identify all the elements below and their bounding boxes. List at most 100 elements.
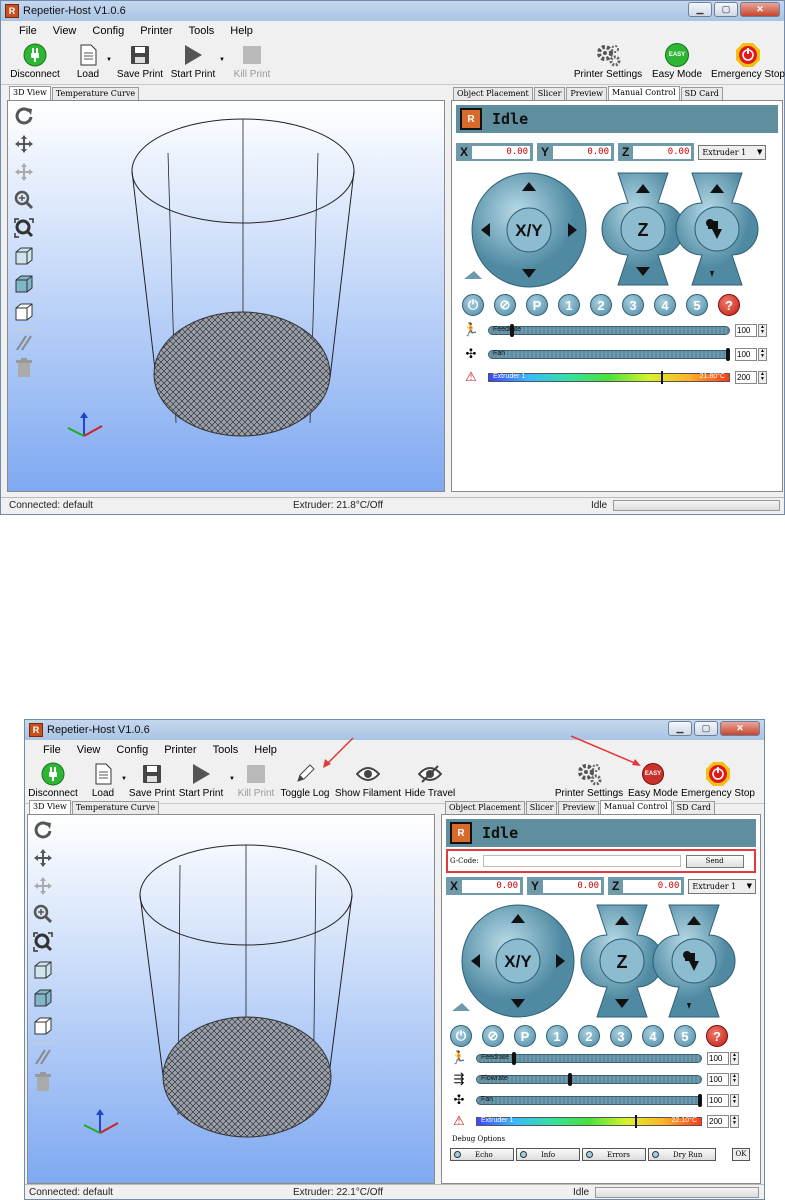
tab-preview[interactable]: Preview	[566, 87, 607, 100]
power-icon[interactable]: ⏻	[450, 1025, 472, 1047]
fan-spinner[interactable]: ▲ ▼	[730, 1093, 739, 1107]
feedrate-value[interactable]: 100	[707, 1051, 729, 1065]
macro-3-button[interactable]: 3	[622, 294, 644, 316]
3d-view[interactable]	[7, 100, 445, 492]
extruder-temp-marker[interactable]	[635, 1114, 638, 1128]
flowrate-slider[interactable]: Flowrate	[476, 1072, 702, 1086]
tab-object-placement[interactable]: Object Placement	[453, 87, 533, 100]
start-print-button[interactable]: Start Print ▼	[163, 41, 225, 80]
menu-help[interactable]: Help	[222, 25, 261, 37]
minimize-button[interactable]: ▁	[688, 2, 712, 17]
feedrate-slider[interactable]: Feedrate	[488, 323, 730, 337]
fan-knob[interactable]	[726, 347, 730, 361]
tab-3d-view[interactable]: 3D View	[29, 800, 71, 814]
feedrate-spinner[interactable]: ▲ ▼	[730, 1051, 739, 1065]
bottom-window: R Repetier-Host V1.0.6 ▁ ▢ ✕ File View C…	[24, 719, 765, 1200]
macro-buttons: ⏻ ⊘ P 1 2 3 4 5 ?	[462, 294, 740, 316]
macro-4-button[interactable]: 4	[654, 294, 676, 316]
help-button[interactable]: ?	[718, 294, 740, 316]
extruder-target-value[interactable]: 200	[735, 370, 757, 384]
feedrate-knob[interactable]	[510, 323, 514, 337]
coordinates-row: X 0.00 Y 0.00 Z 0.00 Extruder 1 ▼	[446, 877, 756, 895]
flowrate-knob[interactable]	[568, 1072, 573, 1086]
y-position: 0.00	[553, 145, 612, 159]
printer-settings-label: Printer Settings	[554, 788, 624, 799]
feedrate-slider[interactable]: Feedrate	[476, 1051, 702, 1065]
power-icon[interactable]: ⏻	[462, 294, 484, 316]
close-button[interactable]: ✕	[740, 2, 780, 17]
flowrate-spinner[interactable]: ▲ ▼	[730, 1072, 739, 1086]
tab-object-placement[interactable]: Object Placement	[445, 801, 525, 814]
extruder-temp-marker[interactable]	[661, 370, 664, 384]
tab-temperature-curve[interactable]: Temperature Curve	[71, 801, 160, 814]
menu-file[interactable]: File	[11, 25, 45, 37]
save-print-button[interactable]: Save Print	[110, 41, 170, 80]
macro-3-button[interactable]: 3	[610, 1025, 632, 1047]
tab-sd-card[interactable]: SD Card	[680, 87, 723, 100]
extruder-target-value[interactable]: 200	[707, 1114, 729, 1128]
debug-errors-button[interactable]: Errors	[582, 1148, 646, 1161]
extruder-status: Extruder: 22.1°C/Off	[293, 1187, 383, 1198]
tab-preview[interactable]: Preview	[558, 801, 599, 814]
fan-knob[interactable]	[698, 1093, 702, 1107]
fan-value[interactable]: 100	[735, 347, 757, 361]
gcode-input[interactable]	[482, 855, 681, 867]
menu-view[interactable]: View	[45, 25, 85, 37]
feedrate-spinner[interactable]: ▲ ▼	[758, 323, 767, 337]
left-tab-strip: 3D View Temperature Curve	[9, 86, 140, 100]
menu-tools[interactable]: Tools	[181, 25, 223, 37]
tab-slicer[interactable]: Slicer	[533, 87, 566, 100]
macro-4-button[interactable]: 4	[642, 1025, 664, 1047]
extruder-select[interactable]: Extruder 1 ▼	[698, 144, 767, 160]
disconnect-button[interactable]: Disconnect	[5, 41, 65, 80]
extruder-target-spinner[interactable]: ▲ ▼	[758, 370, 767, 384]
load-button[interactable]: Load ▼	[58, 41, 118, 80]
jog-controls[interactable]: X/Y Z	[442, 903, 762, 1023]
macro-1-button[interactable]: 1	[546, 1025, 568, 1047]
debug-ok-button[interactable]: OK	[732, 1148, 750, 1161]
extruder-temp-slider[interactable]: Extruder 1 22.10°C	[476, 1114, 702, 1128]
macro-park-button[interactable]: P	[514, 1025, 536, 1047]
emergency-stop-button[interactable]: Emergency Stop	[708, 41, 785, 80]
no-motor-icon[interactable]: ⊘	[494, 294, 516, 316]
macro-1-button[interactable]: 1	[558, 294, 580, 316]
extruder-target-spinner[interactable]: ▲ ▼	[730, 1114, 739, 1128]
macro-2-button[interactable]: 2	[578, 1025, 600, 1047]
fan-slider[interactable]: Fan	[476, 1093, 702, 1107]
3d-view[interactable]	[27, 814, 435, 1184]
maximize-button[interactable]: ▢	[714, 2, 738, 17]
no-motor-icon[interactable]: ⊘	[482, 1025, 504, 1047]
tab-manual-control[interactable]: Manual Control	[600, 800, 672, 814]
fan-spinner[interactable]: ▲ ▼	[758, 347, 767, 361]
jog-controls[interactable]: X/Y Z	[452, 171, 784, 291]
x-position: 0.00	[462, 879, 521, 893]
fan-value[interactable]: 100	[707, 1093, 729, 1107]
axis-gizmo	[67, 412, 103, 437]
easy-mode-button[interactable]: EASY Easy Mode	[647, 41, 707, 80]
printer-settings-button[interactable]: Printer Settings	[568, 41, 648, 80]
macro-5-button[interactable]: 5	[674, 1025, 696, 1047]
menu-printer[interactable]: Printer	[132, 25, 180, 37]
debug-dry-run-button[interactable]: Dry Run	[648, 1148, 716, 1161]
extruder-temp-slider[interactable]: Extruder 1 21.80°C	[488, 370, 730, 384]
macro-2-button[interactable]: 2	[590, 294, 612, 316]
tab-sd-card[interactable]: SD Card	[672, 801, 715, 814]
tab-3d-view[interactable]: 3D View	[9, 86, 51, 100]
extruder-select[interactable]: Extruder 1 ▼	[688, 878, 756, 894]
tab-slicer[interactable]: Slicer	[525, 801, 558, 814]
fan-slider[interactable]: Fan	[488, 347, 730, 361]
tab-temperature-curve[interactable]: Temperature Curve	[51, 87, 140, 100]
debug-echo-button[interactable]: Echo	[450, 1148, 514, 1161]
macro-5-button[interactable]: 5	[686, 294, 708, 316]
kill-print-button[interactable]: Kill Print	[222, 41, 282, 80]
debug-info-button[interactable]: Info	[516, 1148, 580, 1161]
feedrate-value[interactable]: 100	[735, 323, 757, 337]
menu-config[interactable]: Config	[84, 25, 132, 37]
show-filament-label: Show Filament	[334, 788, 402, 799]
send-button[interactable]: Send	[685, 854, 744, 868]
flowrate-value[interactable]: 100	[707, 1072, 729, 1086]
macro-park-button[interactable]: P	[526, 294, 548, 316]
feedrate-knob[interactable]	[512, 1051, 517, 1065]
help-button[interactable]: ?	[706, 1025, 728, 1047]
tab-manual-control[interactable]: Manual Control	[608, 86, 680, 100]
